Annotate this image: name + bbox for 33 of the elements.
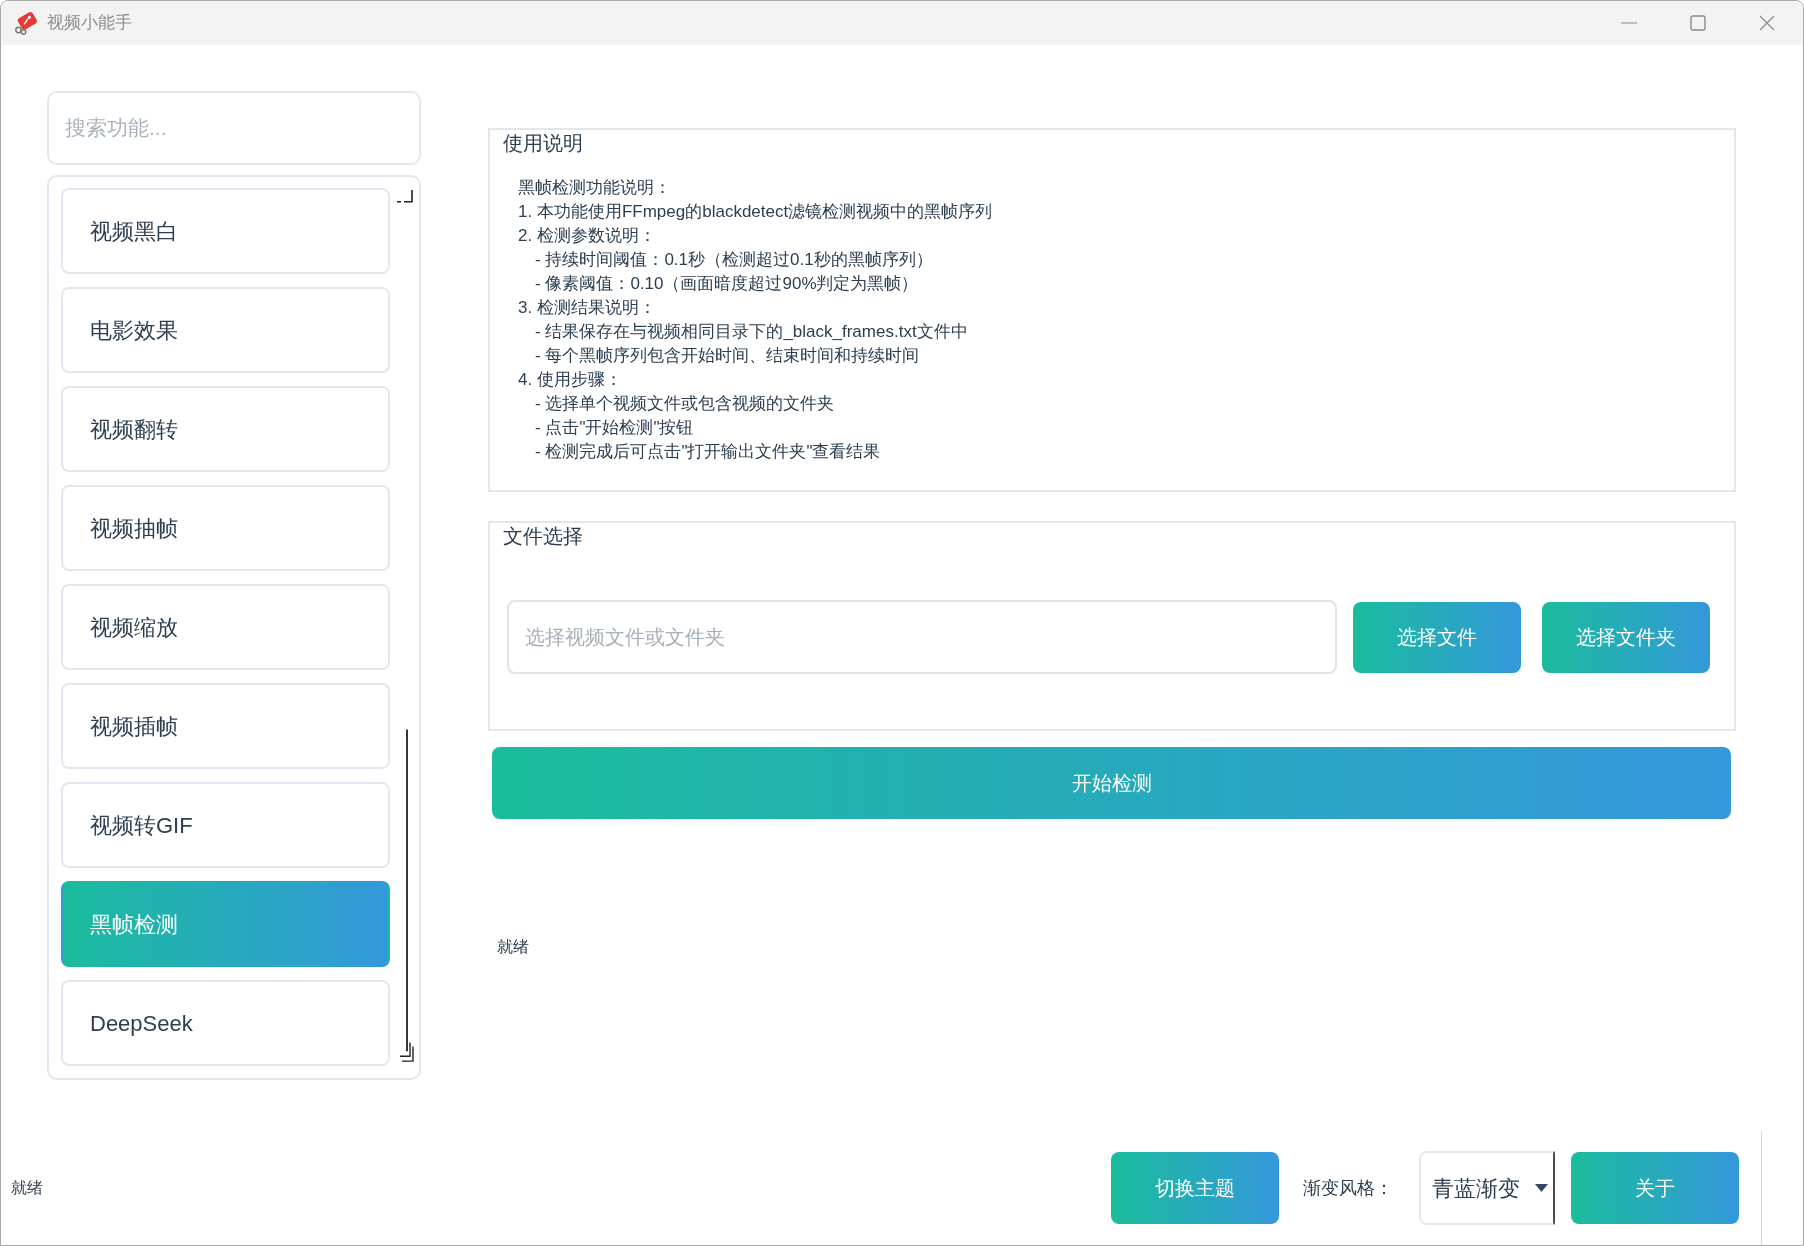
function-list-item[interactable]: 视频翻转 bbox=[61, 386, 390, 472]
function-list-item[interactable]: 视频抽帧 bbox=[61, 485, 390, 571]
usage-text-line: - 持续时间阈值：0.1秒（检测超过0.1秒的黑帧序列） bbox=[534, 249, 934, 271]
function-list-item[interactable]: 电影效果 bbox=[61, 287, 390, 373]
usage-text-line: - 检测完成后可点击"打开输出文件夹"查看结果 bbox=[534, 441, 882, 463]
usage-text-line: - 每个黑帧序列包含开始时间、结束时间和持续时间 bbox=[534, 345, 921, 367]
usage-text-line: - 像素阈值：0.10（画面暗度超过90%判定为黑帧） bbox=[534, 273, 920, 295]
usage-text-line: - 结果保存在与视频相同目录下的_black_frames.txt文件中 bbox=[534, 321, 969, 343]
usage-text-line: 黑帧检测功能说明： bbox=[518, 177, 672, 199]
gradient-style-label: 渐变风格： bbox=[1303, 1176, 1393, 1200]
usage-text-line: 3. 检测结果说明： bbox=[518, 297, 657, 319]
function-list-item[interactable]: DeepSeek bbox=[61, 980, 390, 1066]
gradient-style-select[interactable]: 青蓝渐变 bbox=[1419, 1151, 1555, 1225]
caret-icon bbox=[1535, 1184, 1548, 1192]
function-list-item[interactable]: 视频缩放 bbox=[61, 584, 390, 670]
status-text: 就绪 bbox=[497, 937, 529, 957]
usage-text-line: 2. 检测参数说明： bbox=[518, 225, 657, 247]
group-title: 使用说明 bbox=[503, 131, 584, 156]
function-list-item[interactable]: 视频黑白 bbox=[61, 188, 390, 274]
usage-text-line: 1. 本功能使用FFmpeg的blackdetect滤镜检测视频中的黑帧序列 bbox=[518, 201, 994, 223]
maximize-icon[interactable] bbox=[1690, 15, 1706, 31]
search-field[interactable]: 搜索功能... bbox=[47, 91, 421, 165]
status-bar-text: 就绪 bbox=[11, 1178, 43, 1198]
close-icon[interactable] bbox=[1759, 15, 1775, 31]
function-list-item[interactable]: 视频插帧 bbox=[61, 683, 390, 769]
function-list-item[interactable]: 视频转GIF bbox=[61, 782, 390, 868]
usage-text-line: - 选择单个视频文件或包含视频的文件夹 bbox=[534, 393, 836, 415]
path-input-field[interactable]: 选择视频文件或文件夹 bbox=[507, 600, 1337, 674]
usage-text-line: - 点击"开始检测"按钮 bbox=[534, 417, 695, 439]
usage-text-line: 4. 使用步骤： bbox=[518, 369, 623, 391]
tag-scissors-icon bbox=[14, 11, 38, 35]
group-title: 文件选择 bbox=[503, 524, 584, 549]
window-title: 视频小能手 bbox=[47, 12, 132, 34]
